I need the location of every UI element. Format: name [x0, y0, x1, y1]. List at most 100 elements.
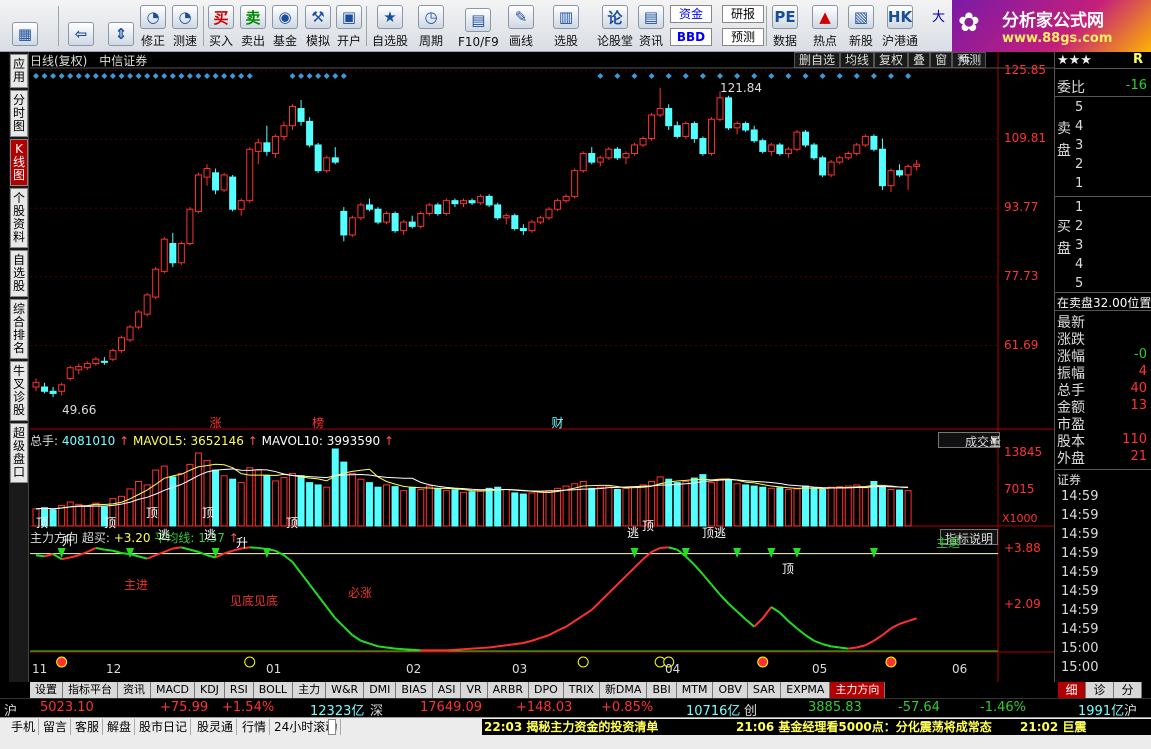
quote-tab-0[interactable]: 细	[1058, 682, 1086, 698]
event-marker-1[interactable]: 榜	[312, 414, 324, 431]
status-button-6[interactable]: 行情	[239, 719, 271, 735]
indicator-tab-dpo[interactable]: DPO	[529, 682, 564, 698]
fund-button[interactable]: 资金	[670, 5, 712, 23]
toolbar-button-3[interactable]: ◔ 修正	[140, 3, 166, 49]
header-button-2[interactable]: 复权	[874, 52, 909, 68]
news-headline-0[interactable]: 22:03 揭秘主力资金的投资清单	[484, 719, 658, 735]
toolbar-button-4[interactable]: ◔ 测速	[172, 3, 198, 49]
header-nav-icon[interactable]: ⇆	[960, 52, 1000, 68]
trend-segment	[831, 645, 840, 649]
bbd-button[interactable]: BBD	[670, 28, 712, 46]
toolbar-button-20[interactable]: HK 沪港通	[882, 3, 918, 49]
left-tab-4[interactable]: 自选股	[10, 250, 28, 297]
scroll-handle[interactable]	[328, 719, 336, 735]
indicator-tab-bbi[interactable]: BBI	[647, 682, 677, 698]
news-headline-1[interactable]: 21:06 基金经理看5000点：分化震荡将成常态	[736, 719, 992, 735]
candle-body	[357, 204, 365, 219]
indicator-tab-资讯[interactable]: 资讯	[118, 682, 151, 698]
toolbar-button-16[interactable]: ▤ 资讯	[638, 3, 664, 49]
trend-segment	[660, 546, 669, 549]
indicator-tab-设置[interactable]: 设置	[30, 682, 63, 698]
toolbar-button-12[interactable]: ▤ F10/F9	[458, 3, 499, 49]
toolbar-button-6[interactable]: 卖卖出	[240, 3, 266, 49]
left-tab-1[interactable]: 分时图	[10, 90, 28, 137]
candle-body	[246, 148, 254, 202]
news-headline-2[interactable]: 21:02 巨震	[1020, 719, 1086, 735]
toolbar-button-2[interactable]: ⇕	[108, 3, 134, 49]
indicator-tab-asi[interactable]: ASI	[432, 682, 462, 698]
header-button-0[interactable]: 删自选	[794, 52, 841, 68]
big-font-button[interactable]: 大	[932, 6, 945, 25]
toolbar-button-19[interactable]: ▧ 新股	[848, 3, 874, 49]
toolbar-button-14[interactable]: ▥ 选股	[553, 3, 579, 49]
quote-tab-1[interactable]: 诊	[1086, 682, 1114, 698]
buy-side-label: 买 盘	[1057, 219, 1071, 257]
toolbar-button-8[interactable]: ⚒ 模拟	[305, 3, 331, 49]
toolbar-button-10[interactable]: ★ 自选股	[372, 3, 408, 49]
toolbar-button-11[interactable]: ◷ 周期	[418, 3, 444, 49]
status-button-5[interactable]: 股灵通	[194, 719, 238, 735]
quote-tab-2[interactable]: 分	[1114, 682, 1142, 698]
status-button-3[interactable]: 解盘	[104, 719, 136, 735]
indicator-tab-主力方向[interactable]: 主力方向	[830, 682, 886, 698]
chao-value: +3.20	[113, 531, 151, 545]
indicator-tab-mtm[interactable]: MTM	[676, 682, 714, 698]
status-button-0[interactable]: 手机	[8, 719, 40, 735]
toolbar-button-13[interactable]: ✎ 画线	[508, 3, 534, 49]
volume-bar	[237, 482, 245, 527]
indicator-tab-rsi[interactable]: RSI	[224, 682, 254, 698]
status-button-4[interactable]: 股市日记	[136, 719, 192, 735]
toolbar-button-5[interactable]: 买买入	[208, 3, 234, 49]
left-tab-5[interactable]: 综合排名	[10, 299, 28, 359]
pen-icon: ✎	[508, 5, 534, 29]
status-button-2[interactable]: 客服	[72, 719, 104, 735]
event-marker-2[interactable]: 财	[552, 414, 564, 431]
brand-logo-icon: ✿	[958, 8, 980, 38]
toolbar-button-18[interactable]: ▲ 热点	[812, 3, 838, 49]
indicator-tab-新dma[interactable]: 新DMA	[599, 682, 648, 698]
indicator-signal-text: 逃	[204, 528, 217, 542]
indicator-tab-dmi[interactable]: DMI	[364, 682, 397, 698]
tick-time: 14:59	[1061, 508, 1099, 523]
volume-bar	[434, 487, 442, 527]
left-tab-0[interactable]: 应用	[10, 54, 28, 88]
volume-bar	[665, 478, 673, 527]
indicator-tab-arbr[interactable]: ARBR	[487, 682, 530, 698]
toolbar-button-0[interactable]: ▦	[12, 3, 38, 49]
indicator-tab-obv[interactable]: OBV	[713, 682, 748, 698]
research-button[interactable]: 研报	[722, 5, 764, 23]
toolbar-button-9[interactable]: ▣ 开户	[336, 3, 362, 49]
indicator-tab-kdj[interactable]: KDJ	[194, 682, 225, 698]
indicator-tab-boll[interactable]: BOLL	[253, 682, 294, 698]
indicator-signal-text: 顶逃	[702, 526, 727, 540]
indicator-tab-trix[interactable]: TRIX	[563, 682, 600, 698]
event-marker-0[interactable]: 涨	[210, 414, 222, 431]
toolbar-button-1[interactable]: ⇦	[68, 3, 94, 49]
indicator-tab-bias[interactable]: BIAS	[396, 682, 433, 698]
toolbar-button-17[interactable]: PE 数据	[772, 3, 798, 49]
toolbar-button-15[interactable]: 论论股堂	[597, 3, 633, 49]
candle-body	[169, 243, 177, 264]
toolbar-separator	[58, 6, 59, 46]
header-button-3[interactable]: 叠	[908, 52, 931, 68]
toolbar-button-7[interactable]: ◉ 基金	[272, 3, 298, 49]
header-button-4[interactable]: 窗	[930, 52, 953, 68]
left-tab-3[interactable]: 个股资料	[10, 188, 28, 248]
indicator-select-volume[interactable]: 成交量 ▾	[938, 432, 1001, 449]
indicator-tab-w&r[interactable]: W&R	[326, 682, 365, 698]
indicator-tab-指标平台[interactable]: 指标平台	[63, 682, 118, 698]
status-button-1[interactable]: 留言	[40, 719, 72, 735]
volume-bar	[126, 488, 134, 527]
news-ticker[interactable]: 22:03 揭秘主力资金的投资清单 21:06 基金经理看5000点：分化震荡将成…	[482, 719, 1151, 735]
left-tab-7[interactable]: 超级盘口	[10, 423, 28, 483]
indicator-tab-expma[interactable]: EXPMA	[781, 682, 831, 698]
indicator-tab-sar[interactable]: SAR	[747, 682, 782, 698]
header-button-1[interactable]: 均线	[840, 52, 875, 68]
forecast-button[interactable]: 预测	[722, 28, 764, 46]
left-tab-6[interactable]: 牛叉诊股	[10, 361, 28, 421]
left-tab-2[interactable]: K线图	[10, 139, 28, 186]
indicator-tab-macd[interactable]: MACD	[151, 682, 195, 698]
indicator-tab-主力[interactable]: 主力	[293, 682, 327, 698]
trend-segment	[446, 648, 456, 652]
indicator-tab-vr[interactable]: VR	[461, 682, 488, 698]
